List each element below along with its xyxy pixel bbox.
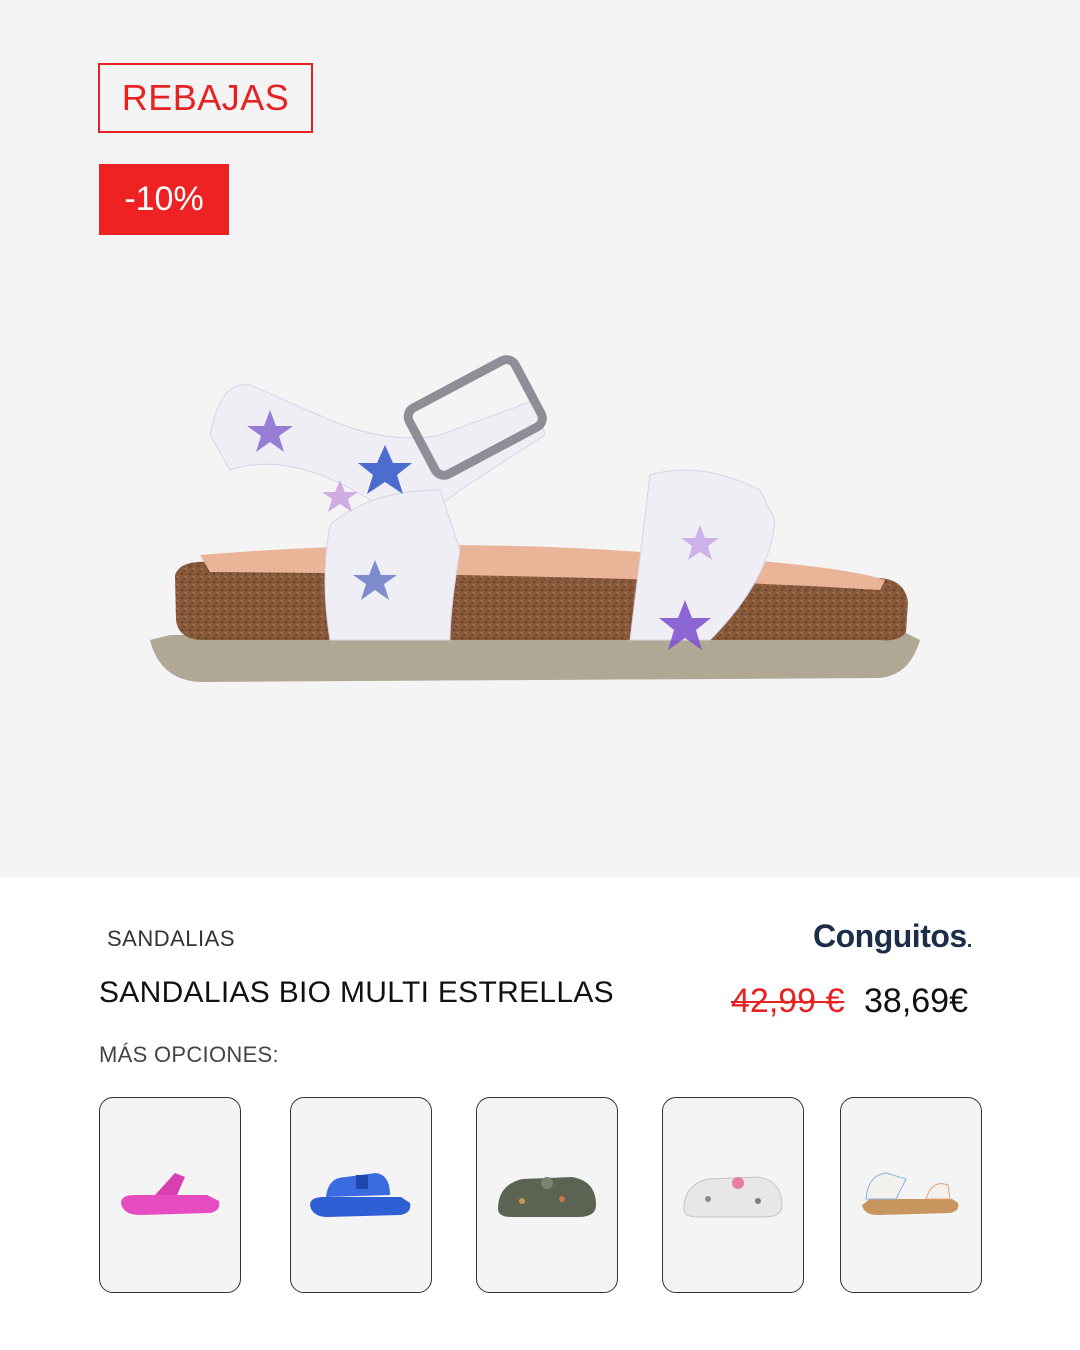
option-card-4[interactable] — [662, 1097, 804, 1293]
product-name: SANDALIAS BIO MULTI ESTRELLAS — [99, 976, 614, 1009]
discount-badge: -10% — [99, 164, 229, 235]
option-card-2[interactable] — [290, 1097, 432, 1293]
option-card-5[interactable] — [840, 1097, 982, 1293]
main-product-image[interactable] — [140, 340, 940, 700]
white-print-clog-icon — [683, 1176, 783, 1218]
original-price: 42,99 € — [731, 982, 845, 1020]
brand-logo-text: Conguitos — [813, 918, 967, 954]
option-card-1[interactable] — [99, 1097, 241, 1293]
sale-badge: REBAJAS — [98, 63, 313, 133]
product-category: SANDALIAS — [107, 926, 235, 951]
back-strap — [324, 489, 461, 641]
brand-logo-mark: . — [966, 930, 973, 952]
more-options-label: MÁS OPCIONES: — [99, 1042, 279, 1067]
blue-sandal-icon — [310, 1173, 411, 1217]
option-card-3[interactable] — [476, 1097, 618, 1293]
product-hero: REBAJAS -10% — [0, 0, 1080, 877]
brand-logo[interactable]: Conguitos. — [813, 918, 972, 955]
print-bio-sandal-icon — [862, 1172, 959, 1215]
sale-price: 38,69€ — [864, 982, 968, 1020]
khaki-clog-icon — [498, 1177, 596, 1217]
pink-flip-flop-icon — [121, 1173, 220, 1215]
